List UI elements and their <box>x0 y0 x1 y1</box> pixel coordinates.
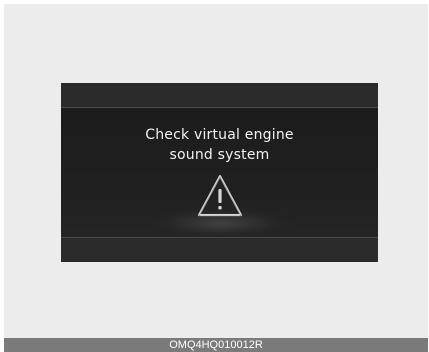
warning-message: Check virtual engine sound system <box>61 125 378 165</box>
warning-message-line-2: sound system <box>169 147 270 163</box>
illustration-frame: Check virtual engine sound system <box>4 4 428 352</box>
display-bottom-strip <box>61 237 378 262</box>
display-top-strip <box>61 83 378 108</box>
figure-code-bar: OMQ4HQ010012R <box>4 338 428 352</box>
warning-triangle-icon <box>198 175 242 217</box>
figure-code: OMQ4HQ010012R <box>169 339 263 351</box>
cluster-display: Check virtual engine sound system <box>61 83 378 262</box>
warning-message-line-1: Check virtual engine <box>145 127 294 143</box>
